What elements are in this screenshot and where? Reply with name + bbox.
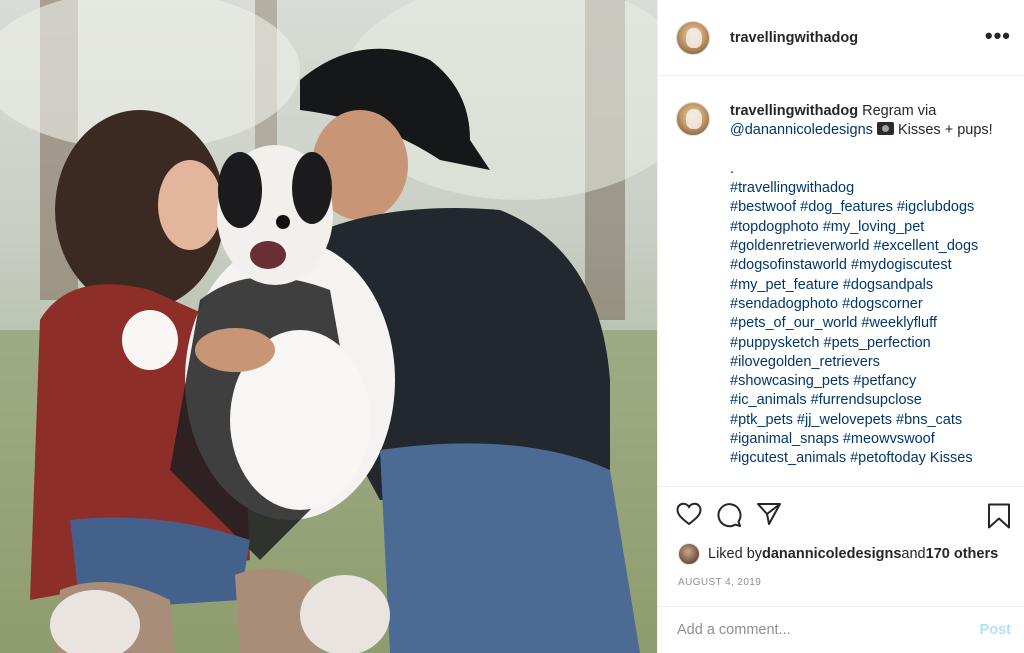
caption-hashtags[interactable]: #travellingwithadog #bestwoof #dog_featu… xyxy=(730,180,978,466)
caption-text: travellingwithadog Regram via @danannico… xyxy=(730,102,1000,469)
caption-area: travellingwithadog Regram via @danannico… xyxy=(658,76,1024,486)
comment-icon[interactable] xyxy=(716,502,742,528)
post-photo[interactable] xyxy=(0,0,657,653)
caption-mention-link[interactable]: @danannicoledesigns xyxy=(730,122,873,138)
liker-username[interactable]: danannicoledesigns xyxy=(762,546,901,562)
likes-count[interactable]: 170 others xyxy=(926,546,999,562)
comment-box: Post xyxy=(658,606,1024,653)
post-comment-button[interactable]: Post xyxy=(980,622,1011,638)
post-actions: Liked by danannicoledesigns and 170 othe… xyxy=(658,486,1024,616)
caption-after-mention: Kisses + pups! xyxy=(893,122,993,139)
bookmark-icon[interactable] xyxy=(987,503,1011,529)
caption-dot: . xyxy=(730,160,735,177)
author-avatar[interactable] xyxy=(676,20,710,55)
likes-middle: and xyxy=(901,546,926,562)
likes-prefix: Liked by xyxy=(708,546,763,562)
post-side-panel: travellingwithadog ••• travellingwithado… xyxy=(657,0,1024,653)
liker-avatar[interactable] xyxy=(678,543,700,565)
photo-illustration xyxy=(0,0,657,653)
action-icons xyxy=(676,502,782,528)
send-icon[interactable] xyxy=(756,502,782,528)
more-options-icon[interactable]: ••• xyxy=(985,25,1011,47)
heart-icon[interactable] xyxy=(676,502,702,528)
caption-author-avatar[interactable] xyxy=(676,102,710,136)
camera-icon xyxy=(876,122,894,136)
caption-username[interactable]: travellingwithadog xyxy=(730,103,858,119)
post-header: travellingwithadog ••• xyxy=(658,0,1024,76)
post-date[interactable]: AUGUST 4, 2019 xyxy=(678,577,761,588)
caption-comment: travellingwithadog Regram via @danannico… xyxy=(676,102,1009,469)
likes-summary: Liked by danannicoledesigns and 170 othe… xyxy=(678,543,998,565)
caption-intro: Regram via xyxy=(858,103,941,119)
comment-input[interactable] xyxy=(677,622,980,638)
author-username[interactable]: travellingwithadog xyxy=(730,30,858,46)
